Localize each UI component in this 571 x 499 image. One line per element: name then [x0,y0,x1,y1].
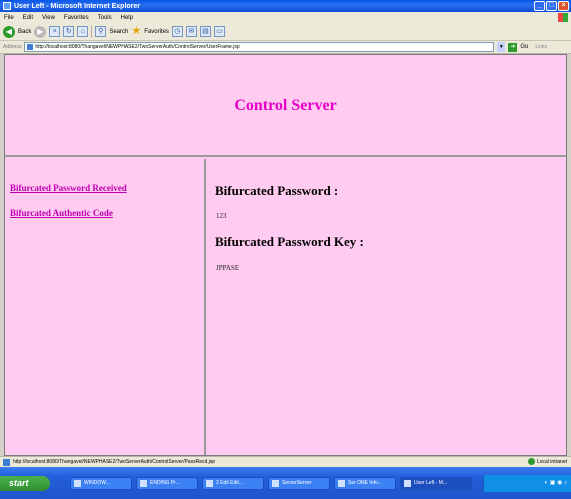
windows-taskbar: start WINDOW... ENDING Pr... 2 Edit Edit… [0,467,571,499]
search-button-label[interactable]: Search [109,29,128,35]
menu-edit[interactable]: Edit [23,15,33,21]
forward-arrow-icon[interactable]: ▶ [34,25,47,38]
nav-link-authentic-code[interactable]: Bifurcated Authentic Code [10,208,113,218]
window-title: User Left - Microsoft Internet Explorer [14,2,141,10]
taskbar-item[interactable]: ServerServer [268,477,330,490]
header-frame: Control Server [5,55,566,157]
stop-icon[interactable]: × [49,26,61,37]
address-bar: Address http://localhost:8080/Thangavel/… [0,41,571,54]
address-label: Address [3,44,22,50]
tray-icons[interactable]: ◐ ▣ ◉ ♪ [544,480,567,486]
password-value: 123 [216,212,227,220]
password-key-value: JPPASE [216,264,240,272]
taskbar-item[interactable]: 2 Edit Edit... [202,477,264,490]
history-icon[interactable]: ◷ [171,26,183,37]
go-arrow-icon[interactable]: ➜ [508,42,518,52]
nav-frame: Bifurcated Password Received Bifurcated … [5,159,206,455]
window-icon [74,480,81,487]
system-tray: ◐ ▣ ◉ ♪ [483,475,571,492]
back-arrow-icon[interactable]: ◀ [3,25,15,38]
nav-link-password-received[interactable]: Bifurcated Password Received [10,183,127,193]
zone-label: Local intranet [536,458,567,465]
maximize-button[interactable]: □ [546,1,557,11]
window-controls: _ □ × [534,1,569,11]
security-zone: Local intranet [527,458,567,465]
window-icon [272,480,279,487]
menu-bar: File Edit View Favorites Tools Help [0,12,571,23]
status-text: http://localhost:8080/Thangavel/NEWPHASE… [13,459,216,465]
taskbar-item[interactable]: WINDOW... [70,477,132,490]
favorites-button-label[interactable]: Favorites [144,29,169,35]
address-url[interactable]: http://localhost:8080/Thangavel/NEWPHASE… [35,44,239,50]
folder-icon[interactable]: ▭ [213,26,225,37]
windows-logo-icon [558,13,568,22]
refresh-icon[interactable]: ↻ [63,26,75,37]
menu-favorites[interactable]: Favorites [64,15,89,21]
ie-window-icon [404,480,411,487]
window-titlebar: User Left - Microsoft Internet Explorer … [0,0,571,12]
page-icon [27,44,34,50]
window-icon [338,480,345,487]
print-icon[interactable]: ▤ [199,26,211,37]
address-dropdown-icon[interactable]: ▼ [497,42,506,52]
start-button[interactable]: start [0,476,50,491]
go-button[interactable]: Go [520,44,528,50]
taskbar-item[interactable]: Ser ONE Info... [334,477,396,490]
status-page-icon [3,458,10,466]
menu-file[interactable]: File [4,15,14,21]
links-button[interactable]: Links [535,44,547,50]
minimize-button[interactable]: _ [534,1,545,11]
close-button[interactable]: × [558,1,569,11]
password-heading: Bifurcated Password : [215,183,339,198]
back-button-label[interactable]: Back [18,29,31,35]
password-key-heading: Bifurcated Password Key : [215,234,364,249]
menu-view[interactable]: View [42,15,55,21]
page-title: Control Server [234,97,337,114]
mail-icon[interactable]: ✉ [185,26,197,37]
taskbar-item[interactable]: ENDING Pr... [136,477,198,490]
browser-toolbar: ◀ Back ▶ × ↻ ⌂ ⚲ Search ★ Favorites ◷ ✉ … [0,23,571,41]
detail-frame: Bifurcated Password : 123 Bifurcated Pas… [208,159,566,455]
home-icon[interactable]: ⌂ [77,26,89,37]
menu-help[interactable]: Help [121,15,133,21]
toolbar-separator [91,25,93,38]
status-bar: http://localhost:8080/Thangavel/NEWPHASE… [0,456,571,467]
window-icon [206,480,213,487]
menu-tools[interactable]: Tools [98,15,112,21]
taskbar-item-active[interactable]: User Left - M... [400,477,472,490]
window-icon [140,480,147,487]
intranet-icon [527,458,535,465]
favorites-star-icon[interactable]: ★ [131,26,141,37]
address-input[interactable]: http://localhost:8080/Thangavel/NEWPHASE… [24,42,495,52]
search-icon[interactable]: ⚲ [95,26,107,37]
page-content: Control Server Bifurcated Password Recei… [4,54,567,456]
ie-icon [3,2,11,10]
